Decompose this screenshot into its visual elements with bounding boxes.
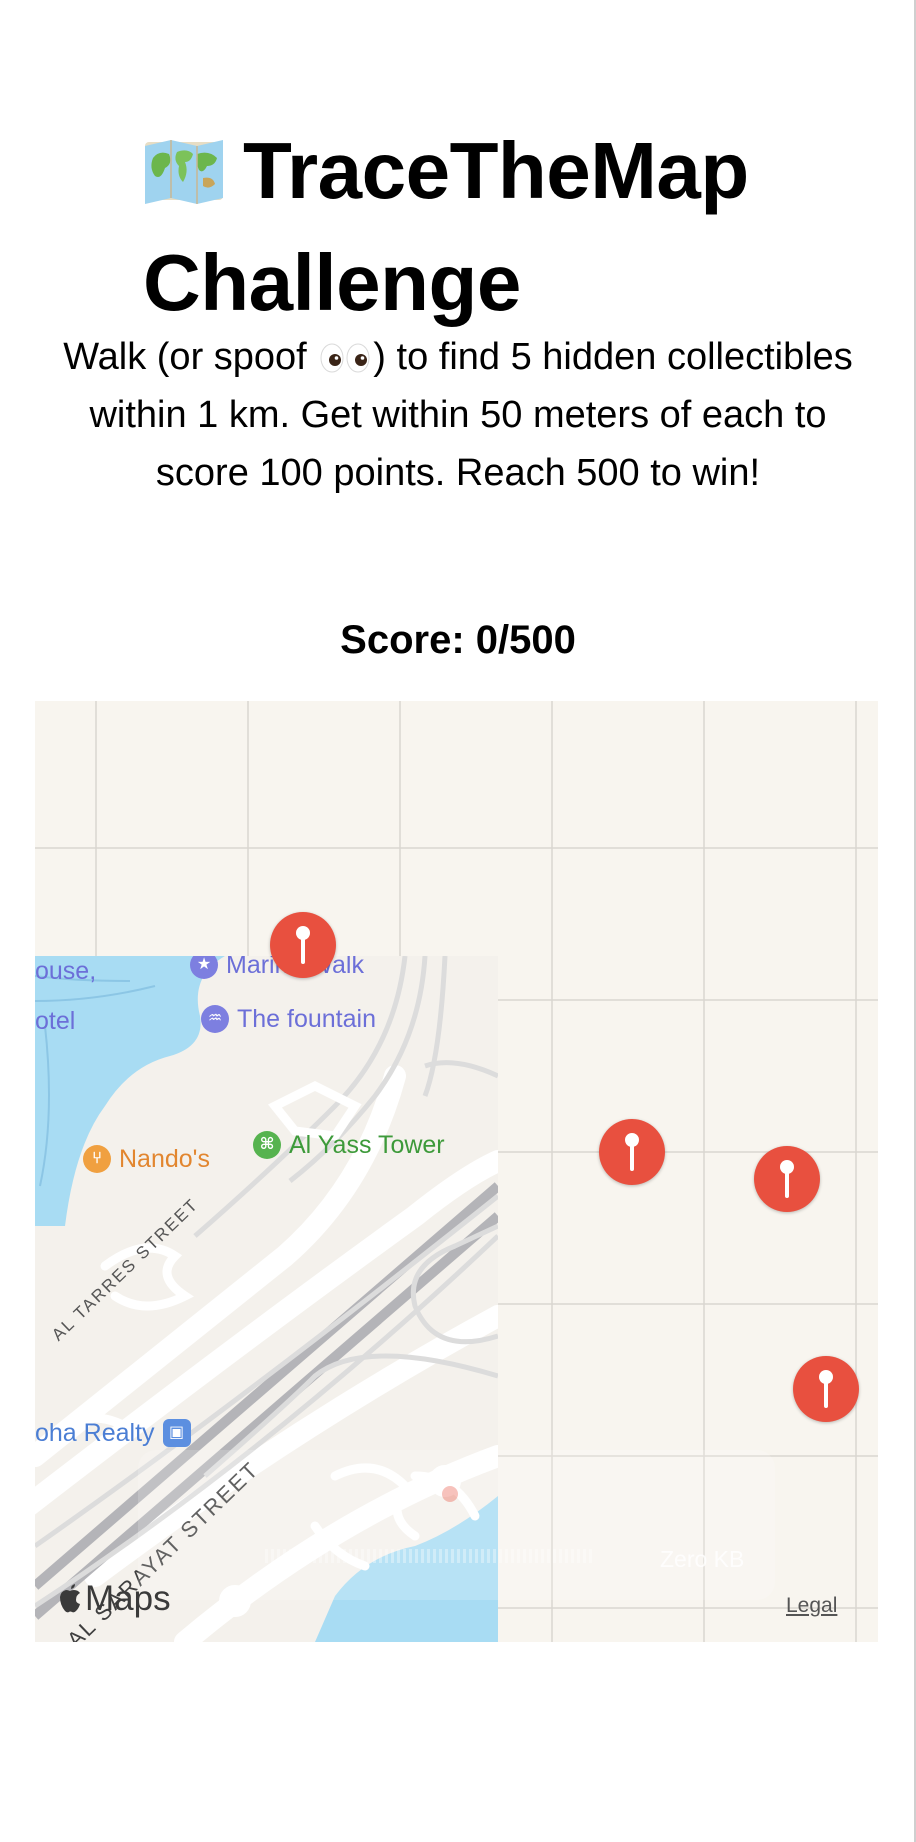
collectible-pin[interactable] (754, 1146, 820, 1212)
page-title: TraceTheMap Challenge (143, 115, 843, 339)
collectible-pin[interactable] (270, 912, 336, 978)
intro-text-before: Walk (or spoof (63, 336, 318, 378)
legal-link[interactable]: Legal (786, 1594, 837, 1618)
poi-nandos[interactable]: ⑂ Nando's (83, 1144, 210, 1174)
maps-attribution-text: Maps (85, 1579, 171, 1618)
poi-house-label: ouse, (35, 957, 97, 985)
binoculars-icon: ⌘ (253, 1131, 281, 1159)
poi-the-fountain-label: The fountain (237, 1005, 376, 1033)
score-label: Score: 0/500 (340, 618, 576, 662)
collectible-pin[interactable] (793, 1356, 859, 1422)
overlay-progress-bar (265, 1549, 595, 1563)
map-view[interactable]: ★ Marina Walk ♒ The fountain ⌘ Al Yass T… (35, 701, 878, 1642)
poi-nandos-label: Nando's (119, 1145, 210, 1173)
maps-attribution: Maps (57, 1579, 171, 1619)
overlay-indicator-dot (442, 1486, 458, 1502)
poi-realty[interactable]: oha Realty ▣ (35, 1418, 191, 1448)
poi-al-yass-tower[interactable]: ⌘ Al Yass Tower (253, 1130, 445, 1160)
map-overlay-panel (138, 1450, 775, 1600)
poi-realty-label: oha Realty (35, 1419, 155, 1447)
intro-text: Walk (or spoof ) to find 5 hidden collec… (60, 328, 856, 502)
page-title-text: TraceTheMap Challenge (143, 126, 749, 327)
world-map-icon (145, 140, 223, 204)
poi-hotel-label: otel (35, 1007, 76, 1035)
poi-al-yass-tower-label: Al Yass Tower (289, 1131, 445, 1159)
overlay-text: Zero KB (660, 1546, 745, 1572)
fountain-icon: ♒ (201, 1005, 229, 1033)
poi-the-fountain[interactable]: ♒ The fountain (201, 1004, 376, 1034)
poi-house: ouse, (35, 956, 96, 986)
train-icon: ▣ (162, 1419, 191, 1447)
restaurant-icon: ⑂ (83, 1145, 111, 1173)
page: TraceTheMap Challenge Walk (or spoof ) t… (0, 0, 916, 1842)
star-icon: ★ (190, 956, 218, 979)
apple-logo-icon (60, 1584, 80, 1613)
eyes-icon (320, 343, 370, 373)
collectible-pin[interactable] (599, 1119, 665, 1185)
poi-hotel: otel (35, 1006, 75, 1036)
